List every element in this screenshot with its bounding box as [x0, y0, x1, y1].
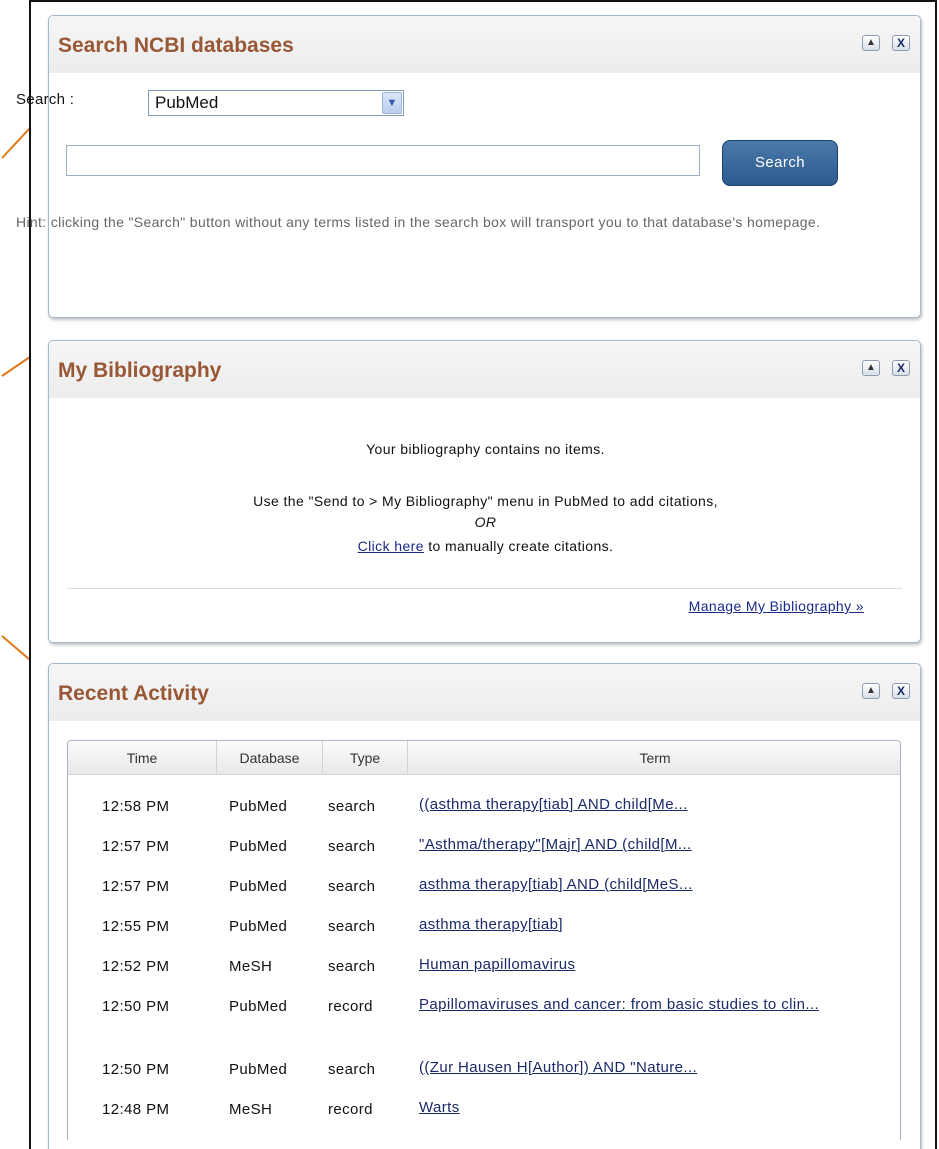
database-select-value: PubMed — [155, 93, 219, 112]
bibliography-panel-header: My Bibliography ▲ X — [49, 341, 920, 399]
close-icon[interactable]: X — [892, 35, 910, 51]
collapse-icon[interactable]: ▲ — [862, 360, 880, 376]
panel-title: Recent Activity — [58, 682, 209, 705]
row-type: record — [328, 1101, 373, 1118]
manual-create-text: to manually create citations. — [423, 538, 614, 554]
recent-activity-panel-header: Recent Activity ▲ X — [49, 664, 920, 722]
row-term-link[interactable]: ((Zur Hausen H[Author]) AND "Nature... — [419, 1055, 889, 1081]
row-type: search — [328, 798, 376, 815]
row-time: 12:48 PM — [102, 1101, 170, 1118]
row-term-link[interactable]: asthma therapy[tiab] AND (child[MeS... — [419, 872, 889, 898]
search-input[interactable] — [66, 145, 700, 176]
row-time: 12:50 PM — [102, 1061, 170, 1078]
column-header-type[interactable]: Type — [323, 741, 408, 775]
row-time: 12:57 PM — [102, 878, 170, 895]
row-type: search — [328, 1061, 376, 1078]
row-time: 12:50 PM — [102, 998, 170, 1015]
bibliography-panel: My Bibliography ▲ X Your bibliography co… — [48, 340, 921, 643]
row-type: search — [328, 838, 376, 855]
column-header-term[interactable]: Term — [408, 741, 900, 775]
row-database: MeSH — [229, 1101, 273, 1118]
row-database: PubMed — [229, 1061, 288, 1078]
collapse-icon[interactable]: ▲ — [862, 35, 880, 51]
search-hint: Hint: clicking the "Search" button witho… — [16, 214, 821, 230]
row-type: search — [328, 958, 376, 975]
table-header: Time Database Type Term — [68, 741, 900, 775]
activity-table: Time Database Type Term 12:58 PM PubMed … — [67, 740, 901, 1140]
row-time: 12:58 PM — [102, 798, 170, 815]
row-time: 12:55 PM — [102, 918, 170, 935]
panel-title: Search NCBI databases — [58, 34, 294, 57]
click-here-link[interactable]: Click here — [358, 538, 424, 554]
database-select[interactable]: PubMed ▼ — [148, 90, 404, 116]
bibliography-instruction: Use the "Send to > My Bibliography" menu… — [253, 493, 718, 509]
row-database: PubMed — [229, 918, 288, 935]
bibliography-empty-message: Your bibliography contains no items. — [366, 441, 605, 457]
row-database: PubMed — [229, 838, 288, 855]
row-term-link[interactable]: Papillomaviruses and cancer: from basic … — [419, 992, 889, 1018]
close-icon[interactable]: X — [892, 360, 910, 376]
row-time: 12:52 PM — [102, 958, 170, 975]
row-database: MeSH — [229, 958, 273, 975]
row-database: PubMed — [229, 998, 288, 1015]
column-header-time[interactable]: Time — [68, 741, 217, 775]
search-panel-header: Search NCBI databases ▲ X — [49, 16, 920, 74]
or-separator: OR — [474, 514, 497, 530]
row-time: 12:57 PM — [102, 838, 170, 855]
row-term-link[interactable]: Warts — [419, 1095, 889, 1121]
manual-create-line: Click here to manually create citations. — [49, 538, 922, 554]
panel-title: My Bibliography — [58, 359, 222, 382]
row-term-link[interactable]: "Asthma/therapy"[Majr] AND (child[M... — [419, 832, 889, 858]
row-type: search — [328, 878, 376, 895]
collapse-icon[interactable]: ▲ — [862, 683, 880, 699]
search-label: Search : — [16, 91, 75, 108]
row-term-link[interactable]: asthma therapy[tiab] — [419, 912, 889, 938]
recent-activity-panel: Recent Activity ▲ X Time Database Type T… — [48, 663, 921, 1149]
close-icon[interactable]: X — [892, 683, 910, 699]
row-type: search — [328, 918, 376, 935]
row-term-link[interactable]: Human papillomavirus — [419, 952, 889, 978]
divider — [67, 588, 902, 589]
row-database: PubMed — [229, 798, 288, 815]
search-button[interactable]: Search — [722, 140, 838, 186]
chevron-down-icon[interactable]: ▼ — [382, 92, 402, 114]
column-header-database[interactable]: Database — [217, 741, 323, 775]
row-term-link[interactable]: ((asthma therapy[tiab] AND child[Me... — [419, 792, 889, 818]
row-type: record — [328, 998, 373, 1015]
row-database: PubMed — [229, 878, 288, 895]
manage-bibliography-link[interactable]: Manage My Bibliography » — [689, 598, 864, 614]
